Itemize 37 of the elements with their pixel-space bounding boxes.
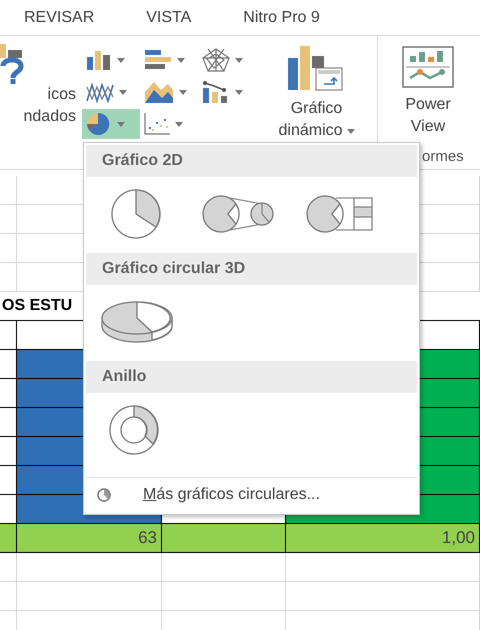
more-pie-charts-link[interactable]: Más gráficos circulares... bbox=[84, 478, 419, 512]
radar-chart-icon bbox=[202, 48, 230, 72]
caret-icon bbox=[175, 122, 183, 126]
sheet-title: OS ESTU bbox=[1, 296, 72, 316]
caret-icon bbox=[346, 128, 355, 134]
scatter-chart-icon bbox=[144, 113, 170, 135]
bar-chart-icon bbox=[144, 49, 172, 71]
statistic-chart-icon bbox=[202, 80, 230, 104]
ribbon-tab[interactable]: Nitro Pro 9 bbox=[243, 6, 320, 30]
question-chart-icon bbox=[0, 44, 26, 84]
table-cell bbox=[0, 524, 17, 553]
caret-icon bbox=[179, 90, 187, 94]
caret-icon bbox=[235, 58, 243, 62]
power-view-button[interactable]: Power View bbox=[402, 46, 454, 138]
recommended-charts-button[interactable]: icos ndados bbox=[0, 36, 80, 169]
menu-section-header: Anillo bbox=[86, 361, 417, 393]
caret-icon bbox=[119, 90, 127, 94]
caret-icon bbox=[117, 122, 125, 126]
caret-icon bbox=[177, 58, 185, 62]
pie-chart-icon bbox=[86, 112, 112, 136]
area-chart-icon bbox=[144, 80, 174, 104]
table-cell: 1,00 bbox=[286, 524, 480, 553]
menu-section-header: Gráfico circular 3D bbox=[86, 253, 417, 285]
table-cell bbox=[0, 553, 17, 582]
column-chart-icon bbox=[86, 49, 112, 71]
table-cell: 63 bbox=[17, 524, 162, 553]
caret-icon bbox=[235, 90, 243, 94]
caret-icon bbox=[117, 58, 125, 62]
power-view-icon bbox=[402, 46, 454, 88]
pivot-chart-icon bbox=[288, 46, 346, 92]
table-cell bbox=[0, 582, 17, 611]
line-chart-icon bbox=[86, 81, 114, 103]
ribbon-tab[interactable]: REVISAR bbox=[24, 6, 94, 30]
ribbon-tab[interactable]: VISTA bbox=[146, 6, 192, 30]
pie-chart-icon bbox=[97, 488, 111, 502]
menu-section-header: Gráfico 2D bbox=[86, 145, 417, 177]
group-label: ormes bbox=[422, 147, 464, 167]
